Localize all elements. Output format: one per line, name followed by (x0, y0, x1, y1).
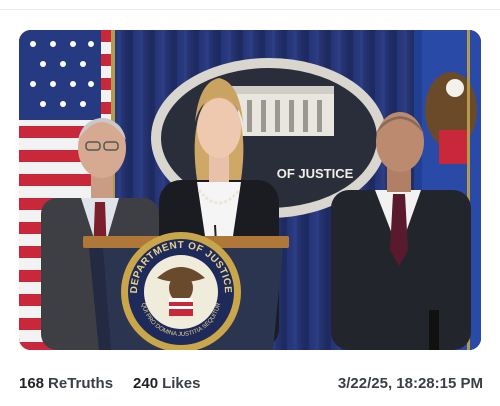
retruths-count: 168 (19, 374, 45, 392)
likes-label: Likes (162, 374, 201, 392)
retruths-stat[interactable]: 168 ReTruths (19, 375, 113, 392)
likes-count: 240 (133, 374, 159, 392)
post-image[interactable]: OF JUSTICE DEPARTMENT OF JUSTICE QUI PRO… (19, 30, 481, 350)
doj-seal: DEPARTMENT OF JUSTICE QUI PRO DOMINA JUS… (121, 232, 241, 350)
top-divider (0, 9, 500, 10)
retruths-label: ReTruths (48, 374, 114, 392)
post-timestamp[interactable]: 3/22/25, 18:28:15 PM (338, 375, 483, 392)
likes-stat[interactable]: 240 Likes (133, 375, 200, 392)
post-stats: 168 ReTruths 240 Likes 3/22/25, 18:28:15… (19, 373, 483, 393)
backdrop-text: OF JUSTICE (277, 166, 354, 181)
